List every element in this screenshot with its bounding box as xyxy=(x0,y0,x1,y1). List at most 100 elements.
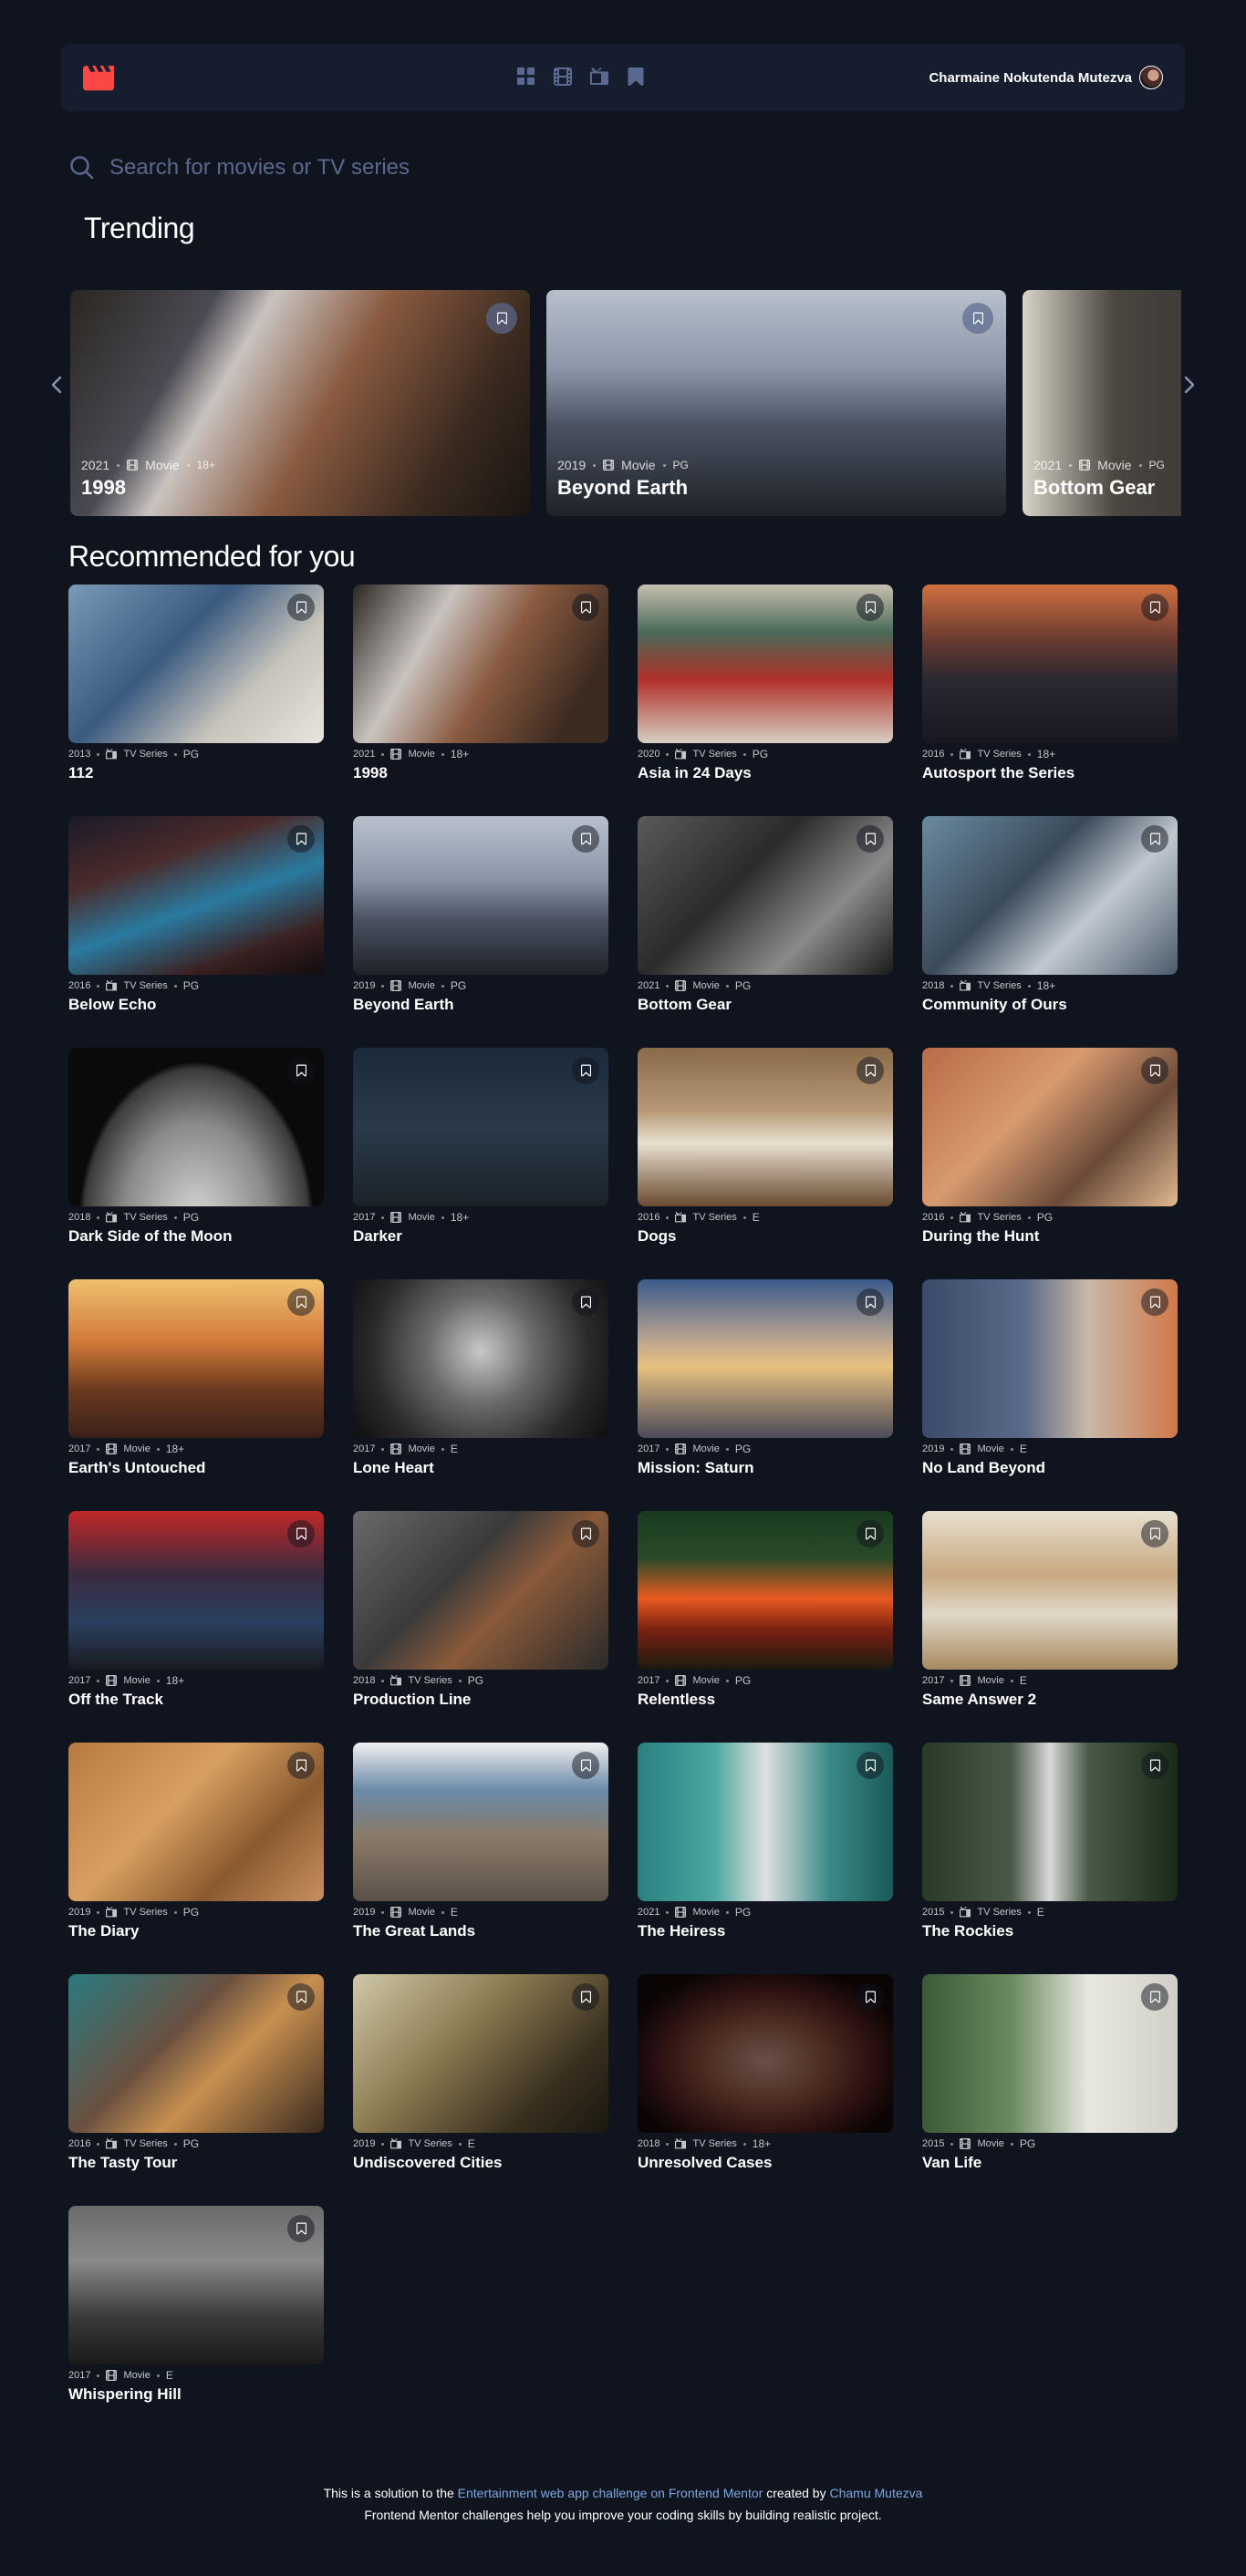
user-avatar[interactable] xyxy=(1139,66,1163,89)
recommended-card[interactable]: 2017 Movie E Whispering Hill xyxy=(68,2206,324,2404)
recommended-card[interactable]: 2017 Movie PG Relentless xyxy=(638,1511,893,1709)
trending-card[interactable]: 2021 Movie PG Bottom Gear xyxy=(1023,290,1181,516)
recommended-card[interactable]: 2016 TV Series PG Below Echo xyxy=(68,816,324,1014)
recommended-card[interactable]: 2018 TV Series 18+ Community of Ours xyxy=(922,816,1178,1014)
bookmark-icon[interactable] xyxy=(572,1520,599,1547)
recommended-card[interactable]: 2015 Movie PG Van Life xyxy=(922,1974,1178,2172)
challenge-link[interactable]: Entertainment web app challenge on Front… xyxy=(458,2486,763,2500)
bookmark-icon[interactable] xyxy=(857,825,884,853)
recommended-card[interactable]: 2016 TV Series PG The Tasty Tour xyxy=(68,1974,324,2172)
trending-card[interactable]: 2019 Movie PG Beyond Earth xyxy=(546,290,1006,516)
bookmark-icon[interactable] xyxy=(1141,594,1168,621)
bookmark-icon[interactable] xyxy=(572,1983,599,2011)
search-input[interactable] xyxy=(109,155,748,181)
recommended-card[interactable]: 2020 TV Series PG Asia in 24 Days xyxy=(638,585,893,782)
card-thumbnail[interactable] xyxy=(638,1048,893,1206)
bookmark-icon[interactable] xyxy=(572,1057,599,1084)
card-thumbnail[interactable] xyxy=(922,1511,1178,1670)
card-thumbnail[interactable] xyxy=(638,1974,893,2133)
movie-clapper-logo-icon[interactable] xyxy=(83,66,114,91)
card-thumbnail[interactable] xyxy=(922,1974,1178,2133)
recommended-card[interactable]: 2016 TV Series PG During the Hunt xyxy=(922,1048,1178,1246)
movies-film-icon[interactable] xyxy=(554,67,572,86)
card-thumbnail[interactable] xyxy=(638,1743,893,1901)
recommended-card[interactable]: 2016 TV Series E Dogs xyxy=(638,1048,893,1246)
recommended-card[interactable]: 2017 Movie 18+ Off the Track xyxy=(68,1511,324,1709)
card-thumbnail[interactable] xyxy=(353,1048,608,1206)
card-thumbnail[interactable] xyxy=(922,1048,1178,1206)
recommended-card[interactable]: 2017 Movie E Same Answer 2 xyxy=(922,1511,1178,1709)
bookmark-icon[interactable] xyxy=(287,1983,315,2011)
bookmark-icon[interactable] xyxy=(857,1520,884,1547)
card-thumbnail[interactable] xyxy=(68,1279,324,1438)
bookmark-icon[interactable] xyxy=(287,1288,315,1316)
bookmark-icon[interactable] xyxy=(572,594,599,621)
recommended-card[interactable]: 2019 TV Series PG The Diary xyxy=(68,1743,324,1940)
recommended-card[interactable]: 2013 TV Series PG 112 xyxy=(68,585,324,782)
bookmark-icon[interactable] xyxy=(287,1520,315,1547)
bookmark-icon[interactable] xyxy=(1141,1752,1168,1779)
bookmark-icon[interactable] xyxy=(287,1752,315,1779)
recommended-card[interactable]: 2019 TV Series E Undiscovered Cities xyxy=(353,1974,608,2172)
bookmarks-icon[interactable] xyxy=(627,67,645,86)
card-thumbnail[interactable] xyxy=(353,816,608,975)
card-thumbnail[interactable] xyxy=(353,1974,608,2133)
bookmark-icon[interactable] xyxy=(857,1057,884,1084)
recommended-card[interactable]: 2017 Movie 18+ Darker xyxy=(353,1048,608,1246)
recommended-card[interactable]: 2016 TV Series 18+ Autosport the Series xyxy=(922,585,1178,782)
bookmark-icon[interactable] xyxy=(857,594,884,621)
trending-card[interactable]: 2021 Movie 18+ 1998 xyxy=(70,290,530,516)
recommended-card[interactable]: 2018 TV Series PG Production Line xyxy=(353,1511,608,1709)
recommended-card[interactable]: 2017 Movie 18+ Earth's Untouched xyxy=(68,1279,324,1477)
card-thumbnail[interactable] xyxy=(68,2206,324,2364)
recommended-card[interactable]: 2018 TV Series PG Dark Side of the Moon xyxy=(68,1048,324,1246)
card-thumbnail[interactable] xyxy=(638,816,893,975)
bookmark-icon[interactable] xyxy=(287,1057,315,1084)
recommended-card[interactable]: 2021 Movie PG Bottom Gear xyxy=(638,816,893,1014)
bookmark-icon[interactable] xyxy=(857,1752,884,1779)
card-thumbnail[interactable] xyxy=(68,1048,324,1206)
user-profile[interactable]: Charmaine Nokutenda Mutezva xyxy=(929,66,1163,89)
card-thumbnail[interactable] xyxy=(353,1511,608,1670)
card-thumbnail[interactable] xyxy=(353,585,608,743)
bookmark-icon[interactable] xyxy=(572,1288,599,1316)
bookmark-icon[interactable] xyxy=(1141,825,1168,853)
card-thumbnail[interactable] xyxy=(922,816,1178,975)
card-thumbnail[interactable] xyxy=(353,1279,608,1438)
carousel-prev-arrow-icon[interactable] xyxy=(47,374,66,396)
bookmark-icon[interactable] xyxy=(486,303,517,334)
card-thumbnail[interactable] xyxy=(638,1511,893,1670)
bookmark-icon[interactable] xyxy=(287,594,315,621)
card-thumbnail[interactable] xyxy=(68,1974,324,2133)
recommended-card[interactable]: 2019 Movie E The Great Lands xyxy=(353,1743,608,1940)
card-thumbnail[interactable] xyxy=(638,1279,893,1438)
recommended-card[interactable]: 2021 Movie PG The Heiress xyxy=(638,1743,893,1940)
recommended-card[interactable]: 2017 Movie PG Mission: Saturn xyxy=(638,1279,893,1477)
card-thumbnail[interactable] xyxy=(68,1743,324,1901)
bookmark-icon[interactable] xyxy=(857,1983,884,2011)
bookmark-icon[interactable] xyxy=(572,825,599,853)
bookmark-icon[interactable] xyxy=(1141,1057,1168,1084)
recommended-card[interactable]: 2015 TV Series E The Rockies xyxy=(922,1743,1178,1940)
bookmark-icon[interactable] xyxy=(1141,1983,1168,2011)
carousel-next-arrow-icon[interactable] xyxy=(1180,374,1199,396)
bookmark-icon[interactable] xyxy=(572,1752,599,1779)
recommended-card[interactable]: 2019 Movie PG Beyond Earth xyxy=(353,816,608,1014)
card-thumbnail[interactable] xyxy=(353,1743,608,1901)
card-thumbnail[interactable] xyxy=(922,1279,1178,1438)
bookmark-icon[interactable] xyxy=(1141,1520,1168,1547)
bookmark-icon[interactable] xyxy=(287,2215,315,2242)
card-thumbnail[interactable] xyxy=(68,585,324,743)
bookmark-icon[interactable] xyxy=(962,303,993,334)
bookmark-icon[interactable] xyxy=(1141,1288,1168,1316)
bookmark-icon[interactable] xyxy=(287,825,315,853)
card-thumbnail[interactable] xyxy=(638,585,893,743)
card-thumbnail[interactable] xyxy=(68,816,324,975)
home-grid-icon[interactable] xyxy=(517,67,535,86)
author-link[interactable]: Chamu Mutezva xyxy=(829,2486,922,2500)
recommended-card[interactable]: 2019 Movie E No Land Beyond xyxy=(922,1279,1178,1477)
recommended-card[interactable]: 2021 Movie 18+ 1998 xyxy=(353,585,608,782)
card-thumbnail[interactable] xyxy=(922,1743,1178,1901)
recommended-card[interactable]: 2017 Movie E Lone Heart xyxy=(353,1279,608,1477)
tv-series-icon[interactable] xyxy=(590,67,608,86)
